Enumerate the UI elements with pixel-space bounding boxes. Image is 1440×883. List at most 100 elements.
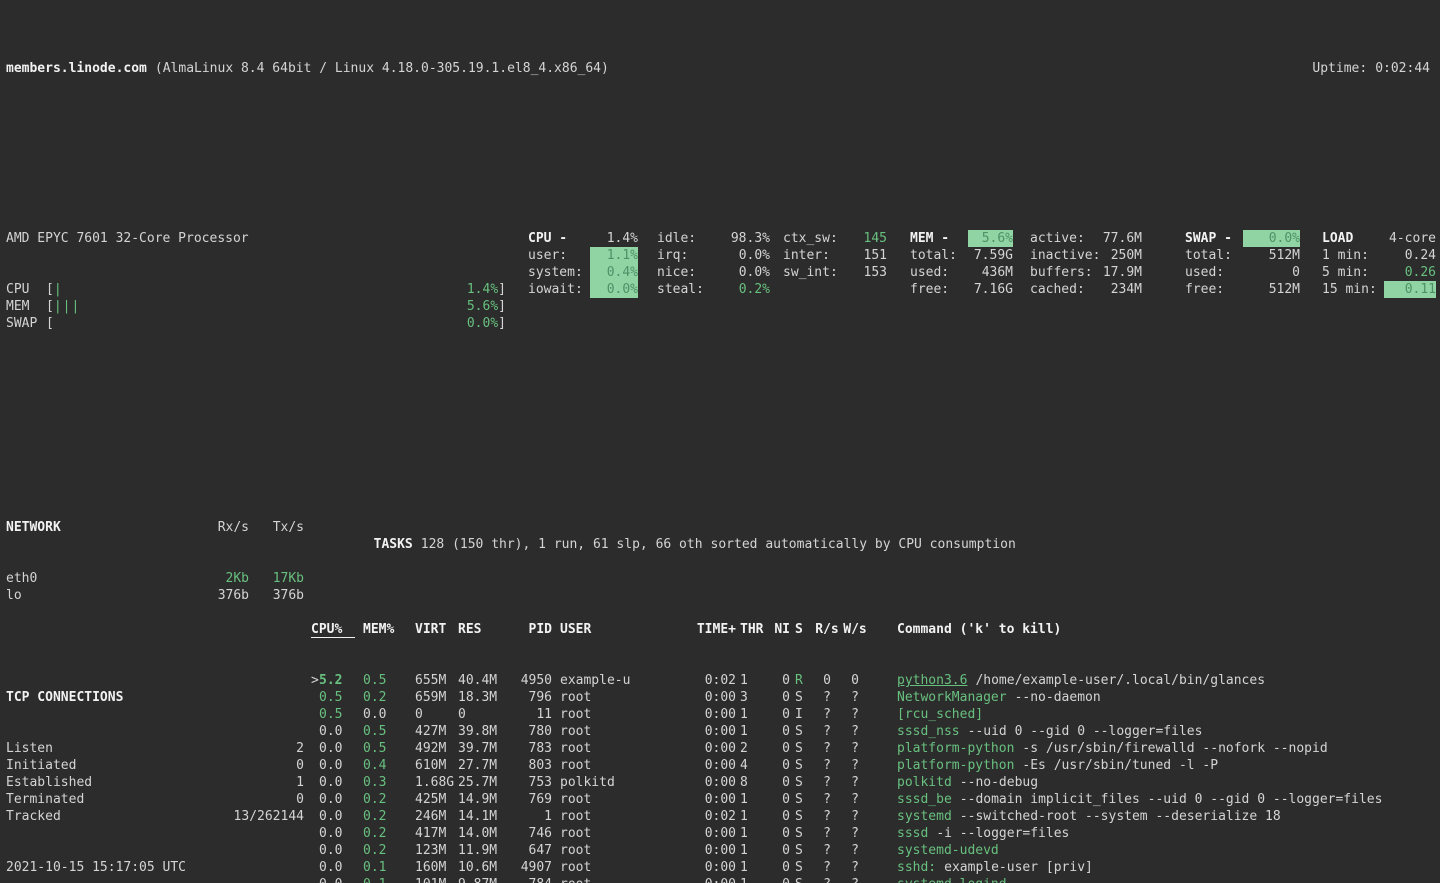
threads-cell: 1 <box>740 825 770 842</box>
gauge-open-bracket: [ <box>46 315 54 332</box>
cpu-percent-cell: 0.0 <box>311 808 363 825</box>
command-cell: systemd--switched-root --system --deseri… <box>897 808 1440 825</box>
stat-kv-row: irq:0.0% <box>657 247 770 264</box>
header-write-rate[interactable]: W/s <box>841 621 869 638</box>
header-status[interactable]: S <box>795 621 805 638</box>
mem-percent-cell: 0.3 <box>363 774 415 791</box>
stat-kv-row: idle:98.3% <box>657 230 770 247</box>
stat-value: 234M <box>1102 281 1142 298</box>
mem-percent-cell: 0.5 <box>363 672 415 689</box>
res-cell: 18.3M <box>458 689 515 706</box>
process-row[interactable]: 0.00.2425M14.9M769root0:0010S??sssd_be--… <box>311 791 1440 808</box>
command-cell: NetworkManager--no-daemon <box>897 689 1440 706</box>
header-mem[interactable]: MEM% <box>363 621 415 638</box>
header-ni[interactable]: NI <box>770 621 790 638</box>
tasks-sort-note: sorted automatically by CPU consumption <box>711 537 1016 552</box>
command-cell: [rcu_sched] <box>897 706 1440 723</box>
stat-key: free: <box>1185 281 1243 298</box>
stat-kv-row: total:512M <box>1185 247 1300 264</box>
header-virt[interactable]: VIRT <box>415 621 458 638</box>
stat-value: 0.4% <box>590 264 638 281</box>
sidebar-section-header: NETWORKRx/sTx/s <box>6 519 304 536</box>
process-row[interactable]: 0.00.1160M10.6M4907root0:0010S??sshd:exa… <box>311 859 1440 876</box>
res-cell: 27.7M <box>458 757 515 774</box>
stat-key: irq: <box>657 247 715 264</box>
sidebar-item-value2: 13/262144 <box>234 808 304 825</box>
header-thr[interactable]: THR <box>740 621 770 638</box>
nice-cell: 0 <box>770 791 790 808</box>
res-cell: 0 <box>458 706 515 723</box>
sidebar-row: Terminated0 <box>6 791 304 808</box>
process-row[interactable]: 0.00.1101M9.87M784root0:0010S??systemd-l… <box>311 876 1440 883</box>
sidebar-col2-header: Tx/s <box>249 519 304 536</box>
gauge-row: MEM[|||5.6%] <box>6 298 506 315</box>
sidebar-item-value2: 0 <box>249 757 304 774</box>
process-row[interactable]: 0.00.4610M27.7M803root0:0040S??platform-… <box>311 757 1440 774</box>
process-row[interactable]: 0.50.00011root0:0010I??[rcu_sched] <box>311 706 1440 723</box>
selection-marker-icon <box>311 876 319 883</box>
header-pid[interactable]: PID <box>515 621 552 638</box>
process-row[interactable]: 5.20.5655M40.4M4950example-u0:0210R00pyt… <box>311 672 1440 689</box>
command-cell: platform-python-s /usr/sbin/firewalld --… <box>897 740 1440 757</box>
sidebar-section: DISK I/OR/sW/s sda00 sdb00 <box>6 876 304 883</box>
sidebar-row: lo376b376b <box>6 587 304 604</box>
pid-cell: 769 <box>515 791 552 808</box>
sidebar-item-value2: 0 <box>249 791 304 808</box>
stat-value: 0.0% <box>715 247 770 264</box>
command-args: example-user [priv] <box>944 860 1093 875</box>
read-rate-cell: ? <box>813 740 841 757</box>
res-cell: 14.0M <box>458 825 515 842</box>
process-table-header: CPU%MEM%VIRTRESPID USERTIME+THRNI S R/sW/s C… <box>311 621 1440 638</box>
command-args: -s /usr/sbin/firewalld --nofork --nopid <box>1022 741 1327 756</box>
write-rate-cell: ? <box>841 689 869 706</box>
selection-marker-icon <box>311 740 319 757</box>
time-cell: 0:00 <box>658 689 736 706</box>
process-row[interactable]: 0.00.2123M11.9M647root0:0010S??systemd-u… <box>311 842 1440 859</box>
header-res[interactable]: RES <box>458 621 515 638</box>
sidebar-col1-header <box>194 689 249 706</box>
process-row[interactable]: 0.00.5492M39.7M783root0:0020S??platform-… <box>311 740 1440 757</box>
content-columns: NETWORKRx/sTx/s eth02Kb17Kb lo376b376b T… <box>0 485 1440 883</box>
threads-cell: 1 <box>740 808 770 825</box>
stat-kv-row: SWAP -0.0% <box>1185 230 1300 247</box>
command-name: polkitd <box>897 775 952 790</box>
process-row[interactable]: 0.50.2659M18.3M796root0:0030S??NetworkMa… <box>311 689 1440 706</box>
sidebar-item-value1 <box>194 757 249 774</box>
gauge-close-bracket: ] <box>498 315 506 332</box>
stat-kv-row: used:436M <box>910 264 1013 281</box>
selection-marker-icon <box>311 842 319 859</box>
header-time[interactable]: TIME+ <box>658 621 736 638</box>
process-row[interactable]: 0.00.5427M39.8M780root0:0010S??sssd_nss-… <box>311 723 1440 740</box>
process-row[interactable]: 0.00.2417M14.0M746root0:0010S??sssd-i --… <box>311 825 1440 842</box>
selection-marker-icon <box>311 723 319 740</box>
read-rate-cell: ? <box>813 876 841 883</box>
nice-cell: 0 <box>770 842 790 859</box>
virt-cell: 101M <box>415 876 458 883</box>
sidebar-col2-header <box>249 689 304 706</box>
stat-key: used: <box>1185 264 1243 281</box>
pid-cell: 4950 <box>515 672 552 689</box>
header-command[interactable]: Command ('k' to kill) <box>897 621 1440 638</box>
stat-value: 0.26 <box>1384 264 1436 281</box>
user-cell: root <box>560 808 658 825</box>
virt-cell: 659M <box>415 689 458 706</box>
stat-value: 0.0% <box>1243 230 1300 247</box>
command-name: platform-python <box>897 758 1014 773</box>
gauge-label: CPU <box>6 281 46 298</box>
header-cpu[interactable]: CPU% <box>311 621 363 638</box>
header-read-rate[interactable]: R/s <box>813 621 841 638</box>
nice-cell: 0 <box>770 876 790 883</box>
threads-cell: 1 <box>740 876 770 883</box>
process-row[interactable]: 0.00.31.68G25.7M753polkitd0:0080S??polki… <box>311 774 1440 791</box>
stat-value: 0.24 <box>1384 247 1436 264</box>
process-row[interactable]: 0.00.2246M14.1M1root0:0210S??systemd--sw… <box>311 808 1440 825</box>
gauge-value: 5.6% <box>456 298 498 315</box>
command-name: systemd <box>897 809 952 824</box>
write-rate-cell: ? <box>841 791 869 808</box>
mem-percent-cell: 0.2 <box>363 825 415 842</box>
header-user[interactable]: USER <box>560 621 658 638</box>
stat-kv-row: inter:151 <box>783 247 887 264</box>
virt-cell: 610M <box>415 757 458 774</box>
stat-key: 1 min: <box>1322 247 1384 264</box>
res-cell: 39.7M <box>458 740 515 757</box>
